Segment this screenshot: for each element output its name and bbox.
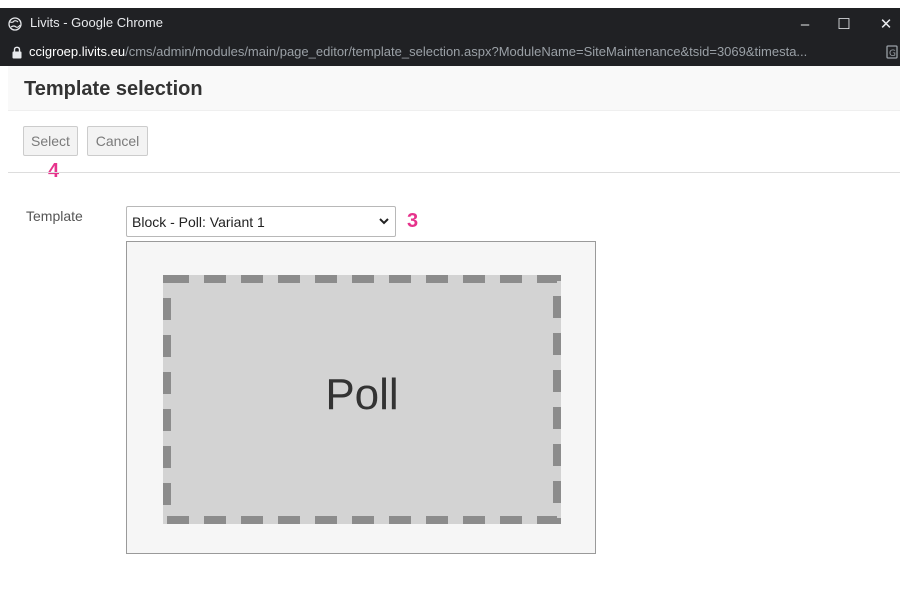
minimize-button[interactable]: – bbox=[790, 12, 820, 36]
close-button[interactable]: ✕ bbox=[871, 12, 900, 36]
cancel-button[interactable]: Cancel bbox=[87, 126, 148, 156]
url-host: ccigroep.livits.eu bbox=[29, 44, 126, 59]
lock-icon bbox=[12, 46, 22, 59]
template-label: Template bbox=[26, 208, 83, 224]
address-bar[interactable]: ccigroep.livits.eu/cms/admin/modules/mai… bbox=[0, 40, 900, 66]
svg-text:G: G bbox=[889, 49, 896, 59]
translate-icon[interactable]: G bbox=[886, 45, 900, 61]
step-annotation-template: 3 bbox=[407, 210, 419, 232]
maximize-button[interactable]: ☐ bbox=[829, 12, 859, 36]
globe-icon bbox=[8, 17, 22, 31]
template-select[interactable]: Block - Poll: Variant 1 bbox=[126, 206, 396, 237]
url-path: /cms/admin/modules/main/page_editor/temp… bbox=[125, 44, 808, 59]
page-title: Template selection bbox=[24, 78, 203, 100]
select-button[interactable]: Select bbox=[23, 126, 78, 156]
divider bbox=[8, 172, 900, 173]
template-select-value: Block - Poll: Variant 1 bbox=[132, 214, 265, 230]
window-title: Livits - Google Chrome bbox=[30, 15, 163, 30]
page-header: Template selection bbox=[8, 66, 900, 111]
poll-placeholder: Poll bbox=[163, 275, 561, 524]
chevron-down-icon bbox=[379, 218, 389, 225]
poll-label: Poll bbox=[325, 370, 399, 419]
url-text[interactable]: ccigroep.livits.eu/cms/admin/modules/mai… bbox=[29, 44, 885, 59]
background-strip bbox=[0, 0, 900, 8]
page-content: Template selection Select Cancel 4 Templ… bbox=[8, 66, 900, 594]
template-preview: Poll bbox=[126, 241, 596, 554]
browser-titlebar: Livits - Google Chrome – ☐ ✕ bbox=[0, 8, 900, 40]
